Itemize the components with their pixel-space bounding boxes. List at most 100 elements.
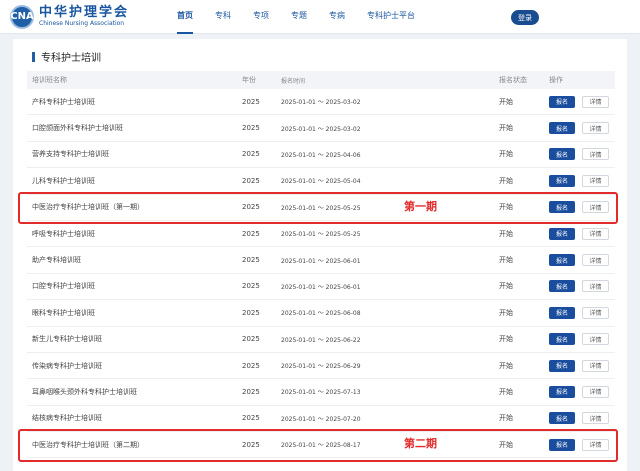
course-name: 新生儿专科护士培训班 bbox=[32, 335, 102, 344]
course-name: 产科专科护士培训班 bbox=[32, 97, 95, 106]
row-actions: 报名 详情 bbox=[549, 438, 609, 451]
nav-disease[interactable]: 专病 bbox=[329, 0, 345, 34]
detail-button[interactable]: 详情 bbox=[582, 359, 609, 372]
row-actions: 报名 详情 bbox=[549, 95, 609, 108]
signup-status: 开始 bbox=[499, 229, 513, 238]
signup-button[interactable]: 报名 bbox=[549, 148, 575, 161]
table-row: 营养支持专科护士培训班 2025 2025-01-01 ～ 2025-04-06 开始… bbox=[27, 142, 615, 169]
course-year: 2025 bbox=[242, 150, 260, 159]
nav-home[interactable]: 首页 bbox=[177, 0, 193, 34]
signup-status: 开始 bbox=[499, 256, 513, 265]
row-actions: 报名 详情 bbox=[549, 412, 609, 425]
signup-button[interactable]: 报名 bbox=[549, 438, 575, 451]
detail-button[interactable]: 详情 bbox=[582, 254, 609, 267]
signup-button[interactable]: 报名 bbox=[549, 359, 575, 372]
signup-period: 2025-01-01 ～ 2025-06-01 bbox=[281, 283, 361, 291]
training-panel: 专科护士培训 培训班名称 年份 报名时间 报名状态 操作 产科专科护士培训班 20… bbox=[13, 39, 627, 471]
course-name: 口腔专科护士培训班 bbox=[32, 282, 95, 291]
detail-button[interactable]: 详情 bbox=[582, 385, 609, 398]
table-row: 儿科专科护士培训班 2025 2025-01-01 ～ 2025-05-04 开始 报名… bbox=[27, 168, 615, 195]
logo-name-cn: 中华护理学会 bbox=[39, 5, 130, 20]
signup-status: 开始 bbox=[499, 361, 513, 370]
signup-status: 开始 bbox=[499, 440, 513, 449]
signup-button[interactable]: 报名 bbox=[549, 280, 575, 293]
nav-nurse-platform[interactable]: 专科护士平台 bbox=[367, 0, 415, 34]
row-actions: 报名 详情 bbox=[549, 333, 609, 346]
annotation-label: 第二期 bbox=[404, 437, 437, 451]
detail-button[interactable]: 详情 bbox=[582, 438, 609, 451]
course-year: 2025 bbox=[242, 335, 260, 344]
nav-specialty[interactable]: 专科 bbox=[215, 0, 231, 34]
signup-period: 2025-01-01 ～ 2025-03-02 bbox=[281, 99, 361, 107]
nav-special-project[interactable]: 专项 bbox=[253, 0, 269, 34]
table-row: 结核病专科护士培训班 2025 2025-01-01 ～ 2025-07-20 开始 报… bbox=[27, 406, 615, 433]
course-year: 2025 bbox=[242, 176, 260, 185]
detail-button[interactable]: 详情 bbox=[582, 201, 609, 214]
detail-button[interactable]: 详情 bbox=[582, 227, 609, 240]
signup-period: 2025-01-01 ～ 2025-05-25 bbox=[281, 204, 361, 212]
course-name: 耳鼻咽喉头颈外科专科护士培训班 bbox=[32, 387, 137, 396]
signup-button[interactable]: 报名 bbox=[549, 306, 575, 319]
course-year: 2025 bbox=[242, 414, 260, 423]
detail-button[interactable]: 详情 bbox=[582, 174, 609, 187]
detail-button[interactable]: 详情 bbox=[582, 306, 609, 319]
course-year: 2025 bbox=[242, 97, 260, 106]
login-button[interactable]: 登录 bbox=[511, 10, 539, 25]
table-header: 培训班名称 年份 报名时间 报名状态 操作 bbox=[27, 71, 615, 89]
table-row: 助产专科培训班 2025 2025-01-01 ～ 2025-06-01 开始 报名 详情 bbox=[27, 247, 615, 274]
course-name: 营养支持专科护士培训班 bbox=[32, 150, 109, 159]
signup-period: 2025-01-01 ～ 2025-03-02 bbox=[281, 125, 361, 133]
signup-period: 2025-01-01 ～ 2025-05-25 bbox=[281, 231, 361, 239]
signup-period: 2025-01-01 ～ 2025-06-01 bbox=[281, 257, 361, 265]
course-name: 眼科专科护士培训班 bbox=[32, 308, 95, 317]
signup-button[interactable]: 报名 bbox=[549, 174, 575, 187]
signup-status: 开始 bbox=[499, 282, 513, 291]
logo[interactable]: CNA 中华护理学会 Chinese Nursing Association bbox=[10, 4, 165, 29]
detail-button[interactable]: 详情 bbox=[582, 95, 609, 108]
course-name: 口腔颌面外科专科护士培训班 bbox=[32, 124, 123, 133]
row-actions: 报名 详情 bbox=[549, 174, 609, 187]
row-actions: 报名 详情 bbox=[549, 122, 609, 135]
detail-button[interactable]: 详情 bbox=[582, 412, 609, 425]
nav-topic[interactable]: 专题 bbox=[291, 0, 307, 34]
course-name: 结核病专科护士培训班 bbox=[32, 414, 102, 423]
course-year: 2025 bbox=[242, 282, 260, 291]
course-name: 中医治疗专科护士培训班（第二期） bbox=[32, 440, 144, 449]
row-actions: 报名 详情 bbox=[549, 148, 609, 161]
table-row: 眼科专科护士培训班 2025 2025-01-01 ～ 2025-06-08 开始 报名… bbox=[27, 300, 615, 327]
logo-emblem-icon: CNA bbox=[10, 4, 34, 29]
signup-status: 开始 bbox=[499, 308, 513, 317]
course-year: 2025 bbox=[242, 256, 260, 265]
row-actions: 报名 详情 bbox=[549, 280, 609, 293]
course-year: 2025 bbox=[242, 124, 260, 133]
row-actions: 报名 详情 bbox=[549, 254, 609, 267]
signup-period: 2025-01-01 ～ 2025-06-08 bbox=[281, 310, 361, 318]
signup-button[interactable]: 报名 bbox=[549, 122, 575, 135]
course-name: 助产专科培训班 bbox=[32, 256, 81, 265]
signup-button[interactable]: 报名 bbox=[549, 385, 575, 398]
section-title: 专科护士培训 bbox=[32, 49, 101, 64]
signup-status: 开始 bbox=[499, 414, 513, 423]
signup-period: 2025-01-01 ～ 2025-07-13 bbox=[281, 389, 361, 397]
signup-button[interactable]: 报名 bbox=[549, 95, 575, 108]
signup-period: 2025-01-01 ～ 2025-04-06 bbox=[281, 151, 361, 159]
course-name: 呼吸专科护士培训班 bbox=[32, 229, 95, 238]
table-row: 中医治疗专科护士培训班（第一期） 2025 2025-01-01 ～ 2025-05… bbox=[27, 195, 615, 221]
signup-button[interactable]: 报名 bbox=[549, 333, 575, 346]
signup-button[interactable]: 报名 bbox=[549, 412, 575, 425]
detail-button[interactable]: 详情 bbox=[582, 122, 609, 135]
detail-button[interactable]: 详情 bbox=[582, 148, 609, 161]
row-actions: 报名 详情 bbox=[549, 306, 609, 319]
signup-status: 开始 bbox=[499, 124, 513, 133]
signup-status: 开始 bbox=[499, 97, 513, 106]
table-row: 产科专科护士培训班 2025 2025-01-01 ～ 2025-03-02 开始 报名… bbox=[27, 89, 615, 116]
signup-button[interactable]: 报名 bbox=[549, 201, 575, 214]
detail-button[interactable]: 详情 bbox=[582, 333, 609, 346]
course-name: 儿科专科护士培训班 bbox=[32, 176, 95, 185]
table-body: 产科专科护士培训班 2025 2025-01-01 ～ 2025-03-02 开始 报名… bbox=[27, 89, 615, 459]
signup-button[interactable]: 报名 bbox=[549, 227, 575, 240]
signup-button[interactable]: 报名 bbox=[549, 254, 575, 267]
detail-button[interactable]: 详情 bbox=[582, 280, 609, 293]
row-actions: 报名 详情 bbox=[549, 359, 609, 372]
section-title-text: 专科护士培训 bbox=[41, 53, 101, 64]
